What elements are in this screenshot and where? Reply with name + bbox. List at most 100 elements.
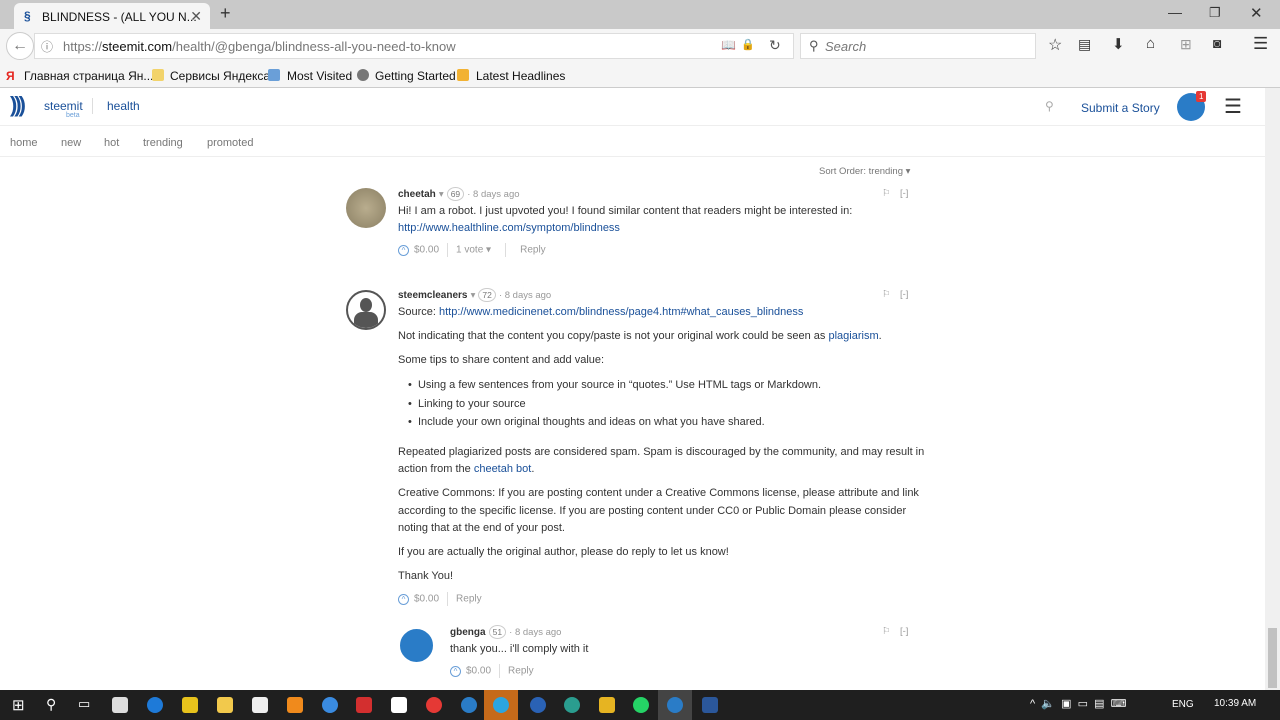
collapse-button[interactable]: [-] [900,626,908,637]
flag-icon[interactable]: ⚐ [882,188,891,199]
nav-trending[interactable]: trending [143,137,183,149]
sort-order[interactable]: Sort Order: trending ▾ [819,166,910,177]
author-link[interactable]: cheetah [398,189,436,200]
flag-icon[interactable]: ⚐ [882,289,891,300]
reply-button[interactable]: Reply [520,245,546,256]
store-icon[interactable] [112,697,128,713]
search-icon[interactable]: ⚲ [1045,99,1054,113]
bookmark-most-visited[interactable]: Most Visited [287,69,352,83]
minimize-button[interactable]: — [1168,4,1182,20]
flag-icon[interactable]: ⚐ [882,626,891,637]
topic-nav: home new hot trending promoted [0,127,1265,157]
paragraph: noting that at the end of your post. [398,522,565,534]
collapse-button[interactable]: [-] [900,188,908,199]
bookmark-latest-headlines[interactable]: Latest Headlines [476,69,565,83]
bookmark-getting-started[interactable]: Getting Started [375,69,456,83]
home-icon[interactable]: ⌂ [1146,35,1155,52]
payout[interactable]: $0.00 [466,666,491,677]
steemit-logo-icon[interactable]: ))) [10,92,26,118]
paragraph: Thank You! [398,570,454,582]
site-header: ))) steemit beta health ⚲ Submit a Story… [0,88,1265,126]
back-button[interactable]: ← [6,32,34,60]
browser-tab[interactable]: § BLINDNESS - (ALL YOU N... ✕ [14,3,210,29]
language-indicator[interactable]: ENG [1172,699,1194,710]
source-link[interactable]: http://www.medicinenet.com/blindness/pag… [439,306,803,318]
gbenga-avatar[interactable] [398,627,435,664]
restore-button[interactable]: ❐ [1209,5,1221,21]
timestamp[interactable]: · 8 days ago [467,189,519,200]
telegram-active[interactable] [484,690,518,720]
bookmarks-list-icon[interactable]: ▤ [1078,36,1091,53]
nav-new[interactable]: new [61,137,81,149]
nav-promoted[interactable]: promoted [207,137,253,149]
comment-link[interactable]: http://www.healthline.com/symptom/blindn… [398,222,620,234]
payout[interactable]: $0.00 [414,245,439,256]
section-link[interactable]: health [107,99,140,113]
author-link[interactable]: steemcleaners [398,290,468,301]
plagiarism-link[interactable]: plagiarism [828,330,878,342]
nav-hot[interactable]: hot [104,137,119,149]
word-icon[interactable] [702,697,718,713]
menu-icon[interactable]: ☰ [1253,34,1268,54]
hamburger-menu-icon[interactable]: ☰ [1224,94,1242,119]
author-dropdown-icon[interactable]: ▾ [471,290,476,301]
yandex-browser-icon[interactable] [426,697,442,713]
pocket-icon[interactable]: ◙ [1213,35,1221,51]
notification-badge: 1 [1196,91,1207,102]
camera-icon[interactable] [252,697,268,713]
app-icon[interactable] [564,697,580,713]
steemcleaners-avatar[interactable] [346,290,386,330]
edge-icon[interactable] [147,697,163,713]
reload-icon[interactable]: ↻ [769,37,781,54]
app-icon[interactable] [182,697,198,713]
search-input[interactable]: Search [825,39,866,54]
payout[interactable]: $0.00 [414,594,439,605]
bookmark-star-icon[interactable]: ☆ [1048,35,1062,55]
search-icon[interactable]: ⚲ [46,696,56,713]
submit-story-link[interactable]: Submit a Story [1081,101,1160,115]
brand-name[interactable]: steemit [44,99,83,113]
author-link[interactable]: gbenga [450,627,486,638]
reply-button[interactable]: Reply [508,666,534,677]
close-tab-icon[interactable]: ✕ [190,8,202,25]
whatsapp-icon[interactable] [633,697,649,713]
nav-home[interactable]: home [10,137,38,149]
timestamp[interactable]: · 8 days ago [499,290,551,301]
sort-value[interactable]: trending [869,166,903,177]
itunes-icon[interactable] [322,697,338,713]
bookmark-yandex-home[interactable]: Главная страница Ян... [24,69,153,83]
upvote-icon[interactable]: ^ [398,244,409,256]
start-button[interactable]: ⊞ [12,696,25,714]
timestamp[interactable]: · 8 days ago [509,627,561,638]
url-bar[interactable]: ⓘ https://steemit.com/health/@gbenga/bli… [34,33,794,59]
search-box[interactable]: ⚲ Search [800,33,1036,59]
tray-icons[interactable]: ^ 🔈 ▣ ▭ ▤ ⌨ [1030,697,1126,710]
info-icon[interactable]: ⓘ [41,38,53,55]
firefox-active[interactable] [658,690,692,720]
downloads-icon[interactable]: ⬇ [1112,35,1125,53]
vlc-icon[interactable] [287,697,303,713]
collapse-button[interactable]: [-] [900,289,908,300]
windows-icon[interactable]: ⊞ [1180,36,1192,53]
author-dropdown-icon[interactable]: ▾ [439,189,444,200]
reply-button[interactable]: Reply [456,594,482,605]
clock[interactable]: 10:39 AM [1214,698,1256,709]
file-explorer-icon[interactable] [217,697,233,713]
task-view-icon[interactable]: ▭ [78,696,90,712]
upvote-icon[interactable]: ^ [450,665,461,677]
app-icon[interactable] [599,697,615,713]
bookmark-yandex-services[interactable]: Сервисы Яндекса [170,69,270,83]
reader-view-icon[interactable]: 📖 [721,38,736,52]
scrollbar[interactable] [1265,88,1280,690]
cheetah-bot-link[interactable]: cheetah bot [474,463,532,475]
firefox-icon[interactable] [461,697,477,713]
close-window-button[interactable]: ✕ [1250,4,1263,22]
document-icon[interactable] [391,697,407,713]
cheetah-avatar[interactable] [346,188,386,228]
sort-label: Sort Order: [819,166,866,177]
new-tab-button[interactable]: + [220,3,231,24]
upvote-icon[interactable]: ^ [398,593,409,605]
wordpress-icon[interactable] [530,697,546,713]
votes-dropdown[interactable]: 1 vote [456,245,483,256]
app-icon[interactable] [356,697,372,713]
